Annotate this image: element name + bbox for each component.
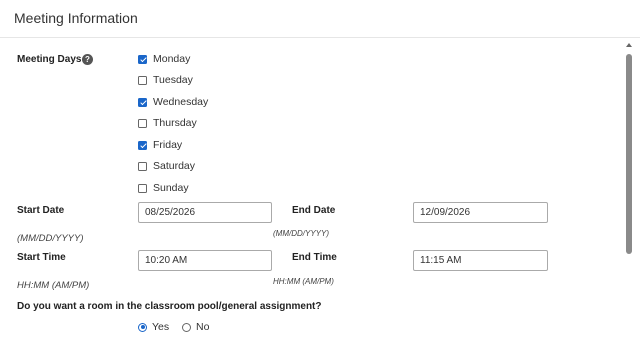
day-label: Monday <box>153 53 191 65</box>
checkbox[interactable] <box>138 161 147 171</box>
end-date-label: End Date <box>292 205 336 216</box>
question-circle-icon[interactable]: ? <box>82 54 93 65</box>
checkbox[interactable] <box>138 118 147 128</box>
end-time-input[interactable]: 11:15 AM <box>413 250 548 271</box>
radio-label: Yes <box>152 321 170 333</box>
end-date-input[interactable]: 12/09/2026 <box>413 202 548 223</box>
day-checkbox-monday[interactable]: Monday <box>138 52 190 66</box>
checkbox[interactable] <box>138 97 147 107</box>
day-label: Thursday <box>153 117 197 129</box>
start-date-label: Start Date <box>17 205 65 216</box>
room-pool-question: Do you want a room in the classroom pool… <box>17 301 322 312</box>
start-time-hint: HH:MM (AM/PM) <box>17 280 90 291</box>
section-header: Meeting Information <box>0 0 640 38</box>
checkbox[interactable] <box>138 183 147 193</box>
start-date-input[interactable]: 08/25/2026 <box>138 202 272 223</box>
day-checkbox-friday[interactable]: Friday <box>138 138 182 152</box>
section-title: Meeting Information <box>14 10 138 26</box>
day-checkbox-sunday[interactable]: Sunday <box>138 181 189 195</box>
radio-button[interactable] <box>138 322 147 332</box>
day-label: Sunday <box>153 182 189 194</box>
day-checkbox-thursday[interactable]: Thursday <box>138 116 197 130</box>
start-date-hint: (MM/DD/YYYY) <box>17 233 84 244</box>
checkbox[interactable] <box>138 75 147 85</box>
end-time-label: End Time <box>292 252 337 263</box>
start-time-input[interactable]: 10:20 AM <box>138 250 272 271</box>
room-pool-no-option[interactable]: No <box>182 320 209 334</box>
checkbox[interactable] <box>138 54 147 64</box>
radio-button[interactable] <box>182 322 191 332</box>
day-checkbox-saturday[interactable]: Saturday <box>138 159 195 173</box>
day-checkbox-wednesday[interactable]: Wednesday <box>138 95 208 109</box>
scrollbar-thumb[interactable] <box>626 54 632 254</box>
day-label: Saturday <box>153 160 196 172</box>
end-time-hint: HH:MM (AM/PM) <box>273 277 334 286</box>
meeting-form: Meeting Days ? Monday Tuesday Wednesday … <box>0 39 640 337</box>
radio-label: No <box>196 321 210 333</box>
day-label: Tuesday <box>153 74 193 86</box>
room-pool-yes-option[interactable]: Yes <box>138 320 169 334</box>
meeting-days-label: Meeting Days <box>17 54 82 65</box>
end-date-hint: (MM/DD/YYYY) <box>273 229 329 238</box>
start-time-label: Start Time <box>17 252 66 263</box>
scroll-up-arrow-icon[interactable] <box>626 43 632 47</box>
day-checkbox-tuesday[interactable]: Tuesday <box>138 73 193 87</box>
checkbox[interactable] <box>138 140 147 150</box>
day-label: Friday <box>153 139 183 151</box>
day-label: Wednesday <box>153 96 209 108</box>
